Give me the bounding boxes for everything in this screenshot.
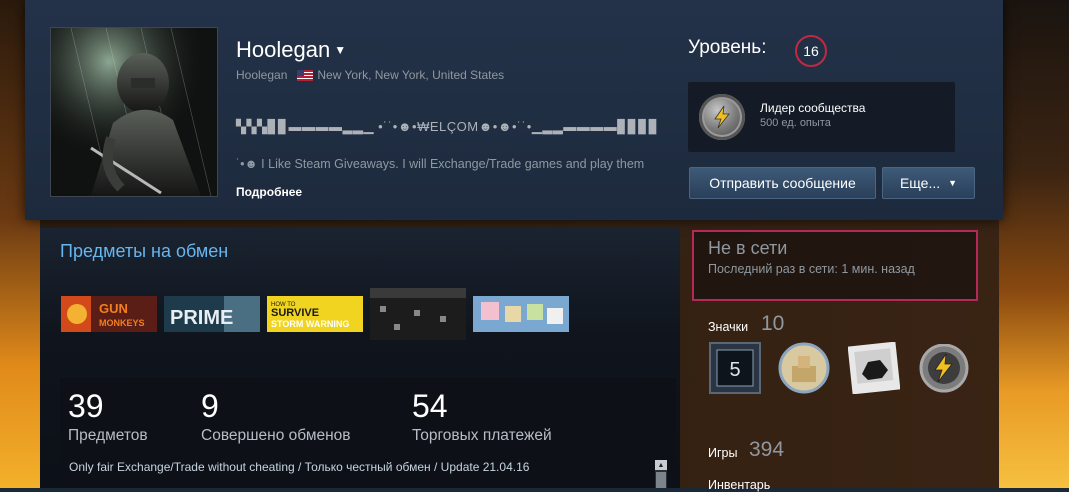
svg-text:MONKEYS: MONKEYS [99,318,145,328]
chevron-down-icon[interactable]: ▼ [334,43,346,57]
scroll-thumb[interactable] [656,472,666,488]
trade-item-thumbnail[interactable] [370,288,466,340]
level-5-badge-icon[interactable]: 5 [709,342,761,394]
profile-summary-ascii: ▚▚▚▊▊▬▬▬▬▂▂▁ •˙˙•☻•₩ELÇOM☻•☻•˙˙•▁▂▂▬▬▬▬▊… [236,119,660,134]
svg-text:STORM WARNING: STORM WARNING [271,319,349,329]
realname-location-row: Hoolegan New York, New York, United Stat… [236,68,504,82]
background-art-right [999,0,1069,488]
lightning-badge-icon[interactable] [918,343,970,396]
profile-avatar [50,27,218,197]
badges-count: 10 [761,312,785,335]
trade-note-scrollbar[interactable]: ▲ [655,460,667,488]
featured-badge[interactable]: Лидер сообщества 500 ед. опыта [688,82,955,152]
games-count: 394 [749,438,785,461]
online-status: Не в сети [708,238,788,258]
trade-item-thumbnail[interactable]: GUN MONKEYS [61,296,157,332]
inventory-link[interactable]: Инвентарь [708,478,770,492]
avatar-image [51,28,217,196]
featured-badge-name: Лидер сообщества [760,101,866,115]
more-actions-button[interactable]: Еще... ▼ [882,167,975,199]
stat-market-label: Торговых платежей [412,427,552,444]
real-name: Hoolegan [236,68,288,82]
stat-trades-count: 9 [201,388,219,424]
trade-item-thumbnail[interactable] [473,296,569,332]
trade-showcase-title: Предметы на обмен [60,241,229,261]
location-text: New York, New York, United States [317,68,505,82]
stat-market-count: 54 [412,388,448,424]
persona-name: Hoolegan ▼ [236,37,346,63]
svg-text:PRIME: PRIME [170,307,233,329]
chevron-down-icon: ▼ [948,178,958,188]
svg-text:SURVIVE: SURVIVE [271,307,319,319]
featured-badge-xp: 500 ед. опыта [760,117,831,129]
badges-link[interactable]: Значки [708,320,748,334]
games-link[interactable]: Игры [708,446,737,460]
us-flag-icon [297,69,314,81]
scroll-up-icon[interactable]: ▲ [655,460,667,470]
sand-castle-badge-icon[interactable] [778,342,830,394]
level-5-badge-text: 5 [729,359,740,381]
stat-items-count: 39 [68,388,104,424]
send-message-button[interactable]: Отправить сообщение [689,167,876,199]
svg-text:GUN: GUN [99,301,128,316]
profile-summary-text: ˙•☻ I Like Steam Giveaways. I will Excha… [236,157,645,171]
trade-item-thumbnail[interactable]: PRIME [164,296,260,332]
level-badge[interactable]: 16 [795,35,827,67]
trade-note: Only fair Exchange/Trade without cheatin… [69,460,530,474]
stat-items-label: Предметов [68,427,148,444]
location: New York, New York, United States [297,68,504,82]
more-actions-label: Еще... [899,175,941,191]
trade-item-thumbnail[interactable]: HOW TO SURVIVE STORM WARNING [267,296,363,332]
last-online: Последний раз в сети: 1 мин. назад [708,262,915,276]
coal-lump-badge-icon[interactable] [847,341,901,395]
send-message-label: Отправить сообщение [709,175,856,191]
level-label: Уровень: [688,37,767,58]
lightning-badge-icon [699,94,745,140]
view-more-link[interactable]: Подробнее [236,185,302,199]
stat-trades-label: Совершено обменов [201,427,351,444]
persona-name-text: Hoolegan [236,37,331,62]
